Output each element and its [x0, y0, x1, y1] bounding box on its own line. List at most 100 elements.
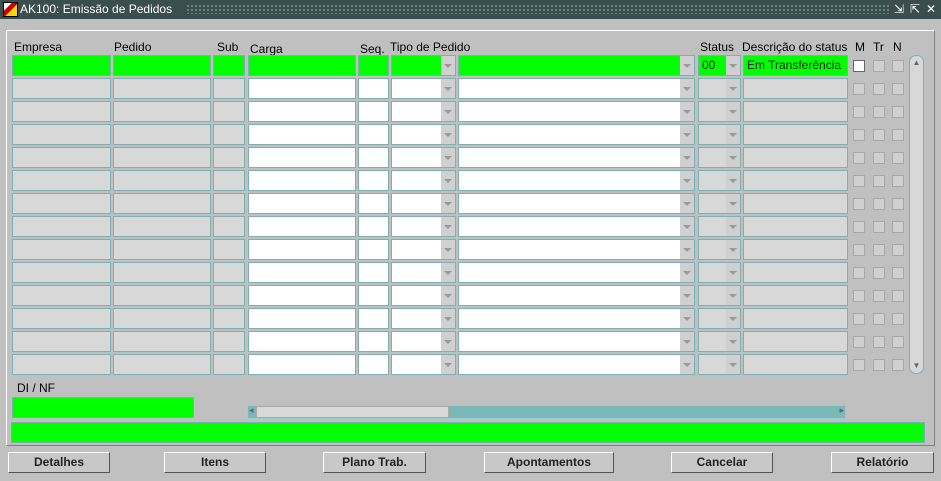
cell-tipo[interactable] [391, 354, 456, 375]
cell-carga[interactable] [248, 147, 356, 168]
checkbox-m[interactable] [853, 152, 865, 164]
cell-tipo[interactable] [391, 170, 456, 191]
checkbox-m[interactable] [853, 221, 865, 233]
checkbox-tr[interactable] [873, 221, 885, 233]
checkbox-tr[interactable] [873, 336, 885, 348]
dropdown-arrow-icon[interactable] [680, 125, 694, 144]
dropdown-arrow-icon[interactable] [680, 194, 694, 213]
dropdown-arrow-icon[interactable] [726, 125, 740, 144]
checkbox-tr[interactable] [873, 359, 885, 371]
cell-tipo[interactable] [391, 239, 456, 260]
cell-tipo-desc[interactable] [458, 193, 695, 214]
dropdown-arrow-icon[interactable] [726, 56, 740, 75]
cell-carga[interactable] [248, 101, 356, 122]
dropdown-arrow-icon[interactable] [680, 102, 694, 121]
cell-carga[interactable] [248, 216, 356, 237]
cell-tipo-desc[interactable] [458, 78, 695, 99]
cell-seq[interactable] [358, 262, 389, 283]
checkbox-n[interactable] [892, 244, 904, 256]
cell-status[interactable] [698, 124, 741, 145]
dropdown-arrow-icon[interactable] [441, 355, 455, 374]
cell-descricao[interactable] [743, 101, 848, 122]
scroll-left-icon[interactable]: ◂ [249, 405, 254, 416]
cell-status[interactable] [698, 193, 741, 214]
cell-sub[interactable] [213, 285, 245, 306]
dropdown-arrow-icon[interactable] [441, 148, 455, 167]
cell-empresa[interactable] [12, 55, 111, 76]
cell-empresa[interactable] [12, 170, 111, 191]
cell-seq[interactable] [358, 285, 389, 306]
cell-tipo[interactable] [391, 308, 456, 329]
close-icon[interactable]: ✕ [924, 1, 938, 17]
cell-tipo[interactable] [391, 193, 456, 214]
checkbox-m[interactable] [853, 198, 865, 210]
cancelar-button[interactable]: Cancelar [671, 452, 773, 473]
cell-descricao[interactable] [743, 78, 848, 99]
checkbox-m[interactable] [853, 267, 865, 279]
dropdown-arrow-icon[interactable] [726, 217, 740, 236]
dropdown-arrow-icon[interactable] [680, 148, 694, 167]
checkbox-n[interactable] [892, 359, 904, 371]
cell-empresa[interactable] [12, 239, 111, 260]
cell-empresa[interactable] [12, 308, 111, 329]
cell-sub[interactable] [213, 331, 245, 352]
cell-pedido[interactable] [113, 147, 211, 168]
checkbox-tr[interactable] [873, 129, 885, 141]
cell-tipo[interactable] [391, 147, 456, 168]
checkbox-m[interactable] [853, 290, 865, 302]
dropdown-arrow-icon[interactable] [680, 286, 694, 305]
cell-tipo-desc[interactable] [458, 147, 695, 168]
checkbox-n[interactable] [892, 60, 904, 72]
cell-seq[interactable] [358, 78, 389, 99]
cell-carga[interactable] [248, 354, 356, 375]
cell-pedido[interactable] [113, 193, 211, 214]
dropdown-arrow-icon[interactable] [441, 240, 455, 259]
cell-pedido[interactable] [113, 308, 211, 329]
checkbox-n[interactable] [892, 106, 904, 118]
dropdown-arrow-icon[interactable] [680, 171, 694, 190]
checkbox-tr[interactable] [873, 290, 885, 302]
cell-carga[interactable] [248, 331, 356, 352]
cell-carga[interactable] [248, 285, 356, 306]
dropdown-arrow-icon[interactable] [680, 309, 694, 328]
dropdown-arrow-icon[interactable] [726, 194, 740, 213]
cell-status[interactable] [698, 216, 741, 237]
maximize-icon[interactable]: ⇱ [908, 1, 922, 17]
horizontal-scrollbar[interactable]: ◂ ▸ [247, 405, 846, 419]
dinf-input[interactable] [12, 397, 194, 418]
cell-pedido[interactable] [113, 170, 211, 191]
cell-tipo-desc[interactable] [458, 239, 695, 260]
cell-pedido[interactable] [113, 124, 211, 145]
cell-descricao[interactable] [743, 308, 848, 329]
cell-pedido[interactable] [113, 331, 211, 352]
cell-tipo[interactable] [391, 78, 456, 99]
dropdown-arrow-icon[interactable] [726, 240, 740, 259]
cell-pedido[interactable] [113, 354, 211, 375]
cell-empresa[interactable] [12, 78, 111, 99]
dropdown-arrow-icon[interactable] [726, 286, 740, 305]
checkbox-tr[interactable] [873, 60, 885, 72]
dropdown-arrow-icon[interactable] [680, 332, 694, 351]
checkbox-m[interactable] [853, 106, 865, 118]
checkbox-n[interactable] [892, 198, 904, 210]
cell-tipo[interactable] [391, 101, 456, 122]
checkbox-tr[interactable] [873, 198, 885, 210]
cell-seq[interactable] [358, 147, 389, 168]
dropdown-arrow-icon[interactable] [441, 217, 455, 236]
checkbox-n[interactable] [892, 152, 904, 164]
cell-status[interactable] [698, 101, 741, 122]
cell-seq[interactable] [358, 124, 389, 145]
cell-tipo[interactable] [391, 285, 456, 306]
checkbox-tr[interactable] [873, 175, 885, 187]
cell-carga[interactable] [248, 308, 356, 329]
cell-descricao[interactable] [743, 147, 848, 168]
cell-pedido[interactable] [113, 216, 211, 237]
dropdown-arrow-icon[interactable] [680, 355, 694, 374]
cell-status[interactable] [698, 285, 741, 306]
cell-descricao[interactable] [743, 216, 848, 237]
cell-seq[interactable] [358, 193, 389, 214]
cell-descricao[interactable] [743, 193, 848, 214]
cell-sub[interactable] [213, 216, 245, 237]
cell-status[interactable] [698, 170, 741, 191]
cell-seq[interactable] [358, 239, 389, 260]
